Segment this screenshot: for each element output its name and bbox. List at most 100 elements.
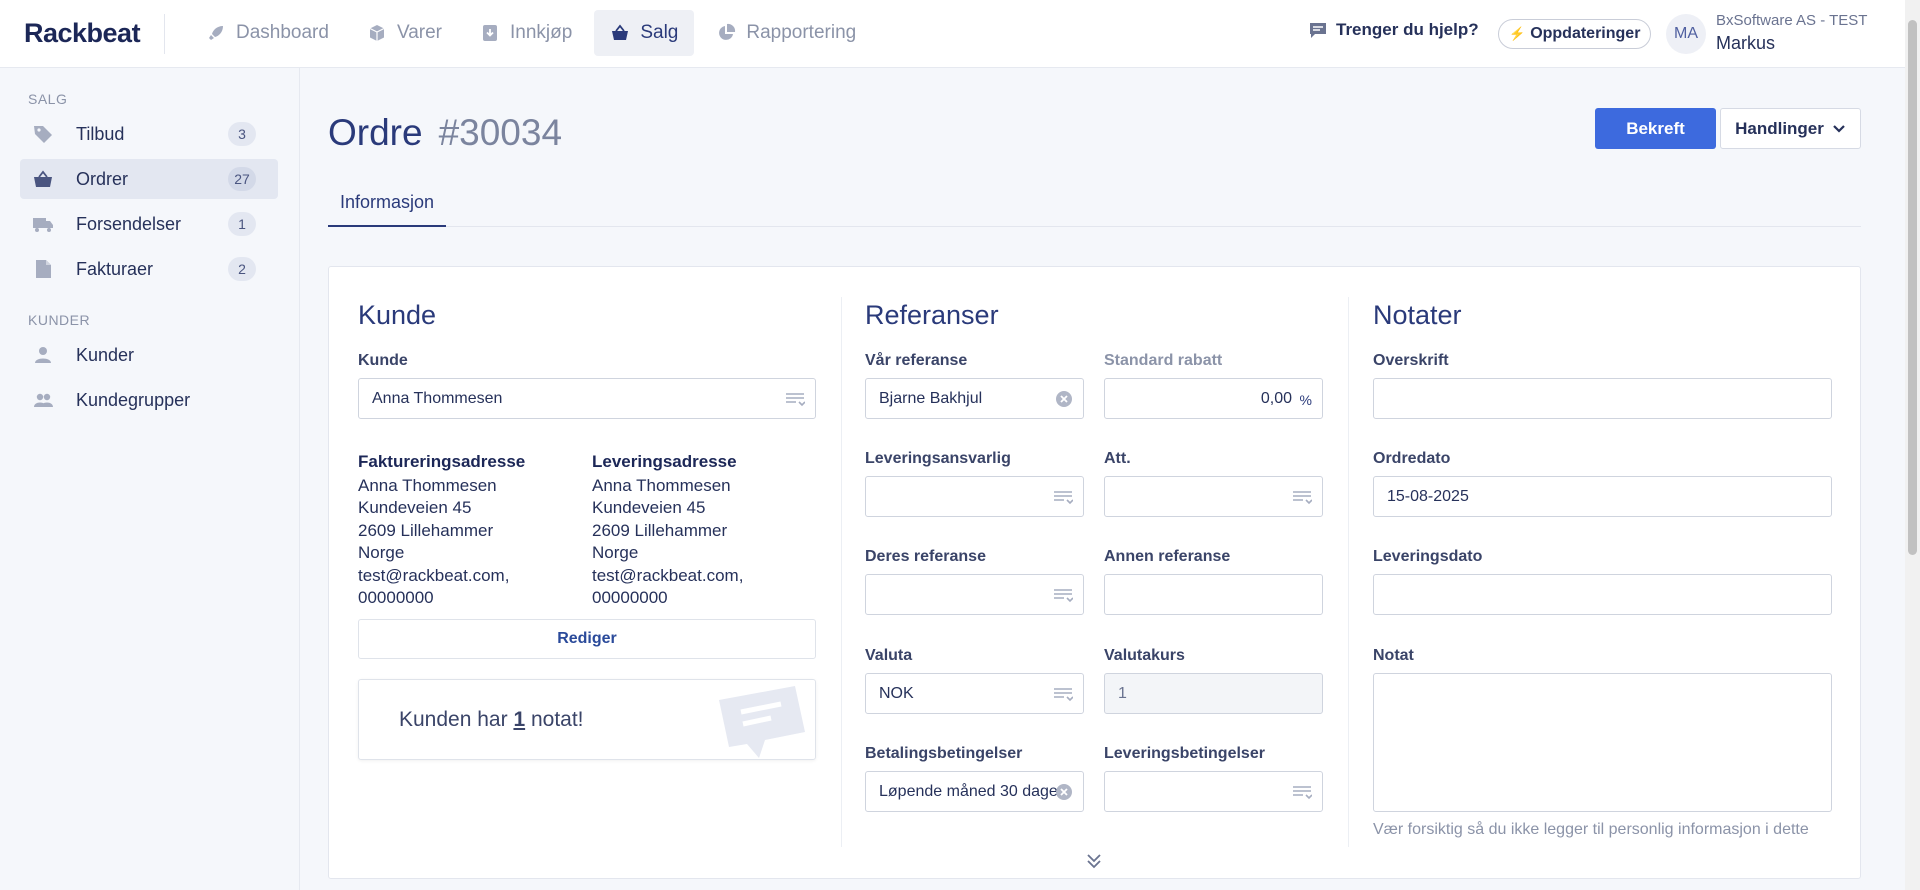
double-chevron-down-icon[interactable] (1083, 850, 1105, 872)
sidebar-item-kundegrupper[interactable]: Kundegrupper (20, 380, 278, 420)
discount-input[interactable]: 0,00 % (1104, 378, 1323, 419)
percent-unit: % (1299, 392, 1312, 408)
updates-button[interactable]: ⚡ Oppdateringer (1498, 19, 1652, 49)
nav-dashboard[interactable]: Dashboard (190, 10, 345, 56)
chevron-down-icon (1833, 124, 1845, 133)
sidebar-item-ordrer[interactable]: Ordrer 27 (20, 159, 278, 199)
sidebar-item-label: Kunder (76, 344, 135, 365)
billing-address-line: Anna Thommesen (358, 476, 497, 495)
customer-select-value: Anna Thommesen (372, 389, 503, 407)
delivery-responsible-select[interactable] (865, 476, 1084, 517)
sidebar-item-forsendelser[interactable]: Forsendelser 1 (20, 204, 278, 244)
list-icon (1054, 688, 1073, 702)
box-icon (369, 25, 385, 41)
app-logo[interactable]: Rackbeat (24, 18, 141, 49)
note-prefix: Kunden har (399, 708, 508, 731)
page-scrollbar[interactable] (1905, 0, 1920, 890)
sidebar-section-customers: KUNDER (28, 312, 91, 328)
discount-value: 0,00 (1260, 389, 1292, 407)
count-badge: 3 (228, 122, 256, 146)
basket-icon (612, 24, 629, 40)
sidebar-item-kunder[interactable]: Kunder (20, 335, 278, 375)
privacy-hint: Vær forsiktig så du ikke legger til pers… (1373, 821, 1809, 838)
customer-field-label: Kunde (358, 352, 408, 369)
att-select[interactable] (1104, 476, 1323, 517)
note-count[interactable]: 1 (513, 708, 525, 731)
sidebar-item-label: Ordrer (76, 168, 129, 189)
basket-icon (34, 170, 52, 187)
company-name: BxSoftware AS - TEST (1716, 12, 1868, 29)
delivery-terms-select[interactable] (1104, 771, 1323, 812)
list-icon (1054, 491, 1073, 505)
other-reference-input[interactable] (1104, 574, 1323, 615)
order-date-input[interactable]: 15-08-2025 (1373, 476, 1832, 517)
delivery-date-input[interactable] (1373, 574, 1832, 615)
delivery-terms-label: Leveringsbetingelser (1104, 745, 1265, 762)
list-icon (786, 393, 805, 407)
nav-varer[interactable]: Varer (351, 10, 458, 56)
exchange-rate-label: Valutakurs (1104, 647, 1185, 664)
truck-icon (33, 218, 53, 232)
inbox-download-icon (483, 25, 498, 41)
actions-dropdown[interactable]: Handlinger (1720, 108, 1861, 149)
list-icon (1293, 786, 1312, 800)
sidebar-item-tilbud[interactable]: Tilbud 3 (20, 114, 278, 154)
nav-label: Salg (640, 22, 679, 43)
note-suffix: notat! (530, 708, 584, 731)
clear-icon[interactable] (1055, 783, 1073, 801)
rocket-icon (209, 26, 223, 40)
user-icon (35, 347, 51, 363)
our-reference-select[interactable]: Bjarne Bakhjul (865, 378, 1084, 419)
edit-address-button[interactable]: Rediger (358, 619, 816, 659)
delivery-responsible-label: Leveringsansvarlig (865, 450, 1011, 467)
our-reference-value: Bjarne Bakhjul (879, 389, 983, 407)
delivery-date-label: Leveringsdato (1373, 548, 1483, 565)
heading-input[interactable] (1373, 378, 1832, 419)
count-badge: 1 (228, 212, 256, 236)
their-reference-label: Deres referanse (865, 548, 986, 565)
tab-informasjon[interactable]: Informasjon (328, 180, 447, 227)
nav-salg[interactable]: Salg (594, 10, 695, 56)
currency-label: Valuta (865, 647, 913, 664)
list-icon (1293, 491, 1312, 505)
their-reference-select[interactable] (865, 574, 1084, 615)
nav-label: Rapportering (746, 22, 857, 43)
sidebar-item-fakturaer[interactable]: Fakturaer 2 (20, 249, 278, 289)
sidebar: SALG Tilbud 3 Ordrer 27 Forsendelser 1 F… (0, 68, 300, 890)
payment-terms-select[interactable]: Løpende måned 30 dager (865, 771, 1084, 812)
tag-icon (34, 126, 52, 143)
customer-select[interactable]: Anna Thommesen (358, 378, 816, 419)
sidebar-section-sales: SALG (28, 91, 68, 107)
nav-innkjop[interactable]: Innkjøp (464, 10, 588, 56)
delivery-address-title: Leveringsadresse (592, 452, 737, 471)
account-menu[interactable]: BxSoftware AS - TEST Markus (1716, 12, 1867, 54)
delivery-address-line: Anna Thommesen (592, 476, 731, 495)
customer-section-title: Kunde (358, 300, 437, 330)
users-icon (34, 393, 53, 407)
user-name: Markus (1716, 33, 1776, 53)
clear-icon[interactable] (1055, 390, 1073, 408)
note-textarea[interactable] (1373, 673, 1832, 812)
actions-label: Handlinger (1735, 118, 1824, 138)
sidebar-item-label: Tilbud (76, 123, 125, 144)
billing-address-line: Norge (358, 543, 405, 562)
att-label: Att. (1104, 450, 1131, 467)
our-reference-label: Vår referanse (865, 352, 968, 369)
confirm-button[interactable]: Bekreft (1595, 108, 1716, 149)
payment-terms-value: Løpende måned 30 dager (879, 782, 1064, 800)
logo-divider (164, 14, 165, 54)
list-icon (1054, 589, 1073, 603)
customer-note-box[interactable]: Kunden har 1 notat! (358, 679, 816, 760)
column-divider (841, 297, 842, 847)
avatar[interactable]: MA (1666, 14, 1706, 54)
order-date-value: 15-08-2025 (1387, 487, 1469, 505)
order-number: #30034 (438, 112, 563, 153)
billing-address-title: Faktureringsadresse (358, 452, 526, 471)
help-link[interactable]: Trenger du hjelp? (1308, 20, 1479, 40)
currency-select[interactable]: NOK (865, 673, 1084, 714)
column-divider (1348, 297, 1349, 847)
nav-rapportering[interactable]: Rapportering (700, 10, 872, 56)
scrollbar-thumb[interactable] (1908, 20, 1917, 555)
lightning-icon: ⚡ (1509, 26, 1526, 41)
heading-label: Overskrift (1373, 352, 1449, 369)
